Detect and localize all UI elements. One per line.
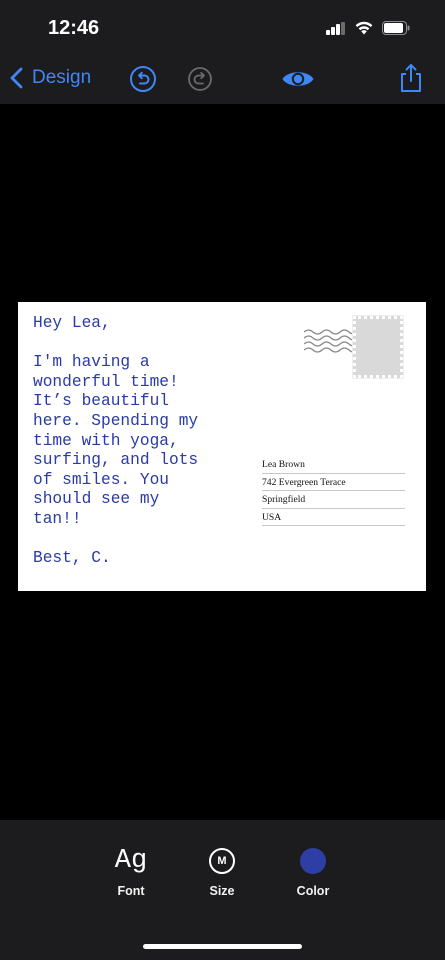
back-button-label: Design bbox=[32, 67, 92, 88]
stamp[interactable] bbox=[352, 315, 404, 379]
font-button[interactable]: Ag Font bbox=[91, 844, 171, 898]
message-line: It’s beautiful bbox=[33, 392, 169, 411]
message-line: here. Spending my bbox=[33, 411, 199, 430]
message-line: should see my bbox=[33, 490, 160, 509]
back-button[interactable]: Design bbox=[8, 64, 91, 92]
undo-button[interactable] bbox=[129, 65, 157, 93]
message-line: wonderful time! bbox=[33, 372, 179, 391]
postcard[interactable]: Hey Lea, I'm having a wonderful time! It’s … bbox=[18, 302, 426, 591]
size-label: Size bbox=[209, 884, 235, 898]
message-line: time with yoga, bbox=[33, 431, 179, 450]
preview-button[interactable] bbox=[281, 65, 315, 93]
address-block[interactable]: Lea Brown 742 Evergreen Terace Springfie… bbox=[262, 456, 405, 526]
address-name: Lea Brown bbox=[262, 456, 405, 474]
message-line: Hey Lea, bbox=[33, 314, 111, 332]
share-icon bbox=[401, 64, 421, 92]
status-time: 12:46 bbox=[48, 17, 100, 39]
color-button[interactable]: Color bbox=[273, 844, 353, 898]
address-street: 742 Evergreen Terace bbox=[262, 474, 405, 491]
font-icon: Ag bbox=[114, 846, 148, 876]
postcard-message[interactable]: Hey Lea, I'm having a wonderful time! It’s … bbox=[33, 314, 233, 569]
redo-icon bbox=[188, 67, 212, 91]
cellular-signal-icon bbox=[326, 22, 346, 35]
address-country: USA bbox=[262, 509, 405, 526]
size-icon: M bbox=[209, 848, 235, 874]
chevron-left-icon bbox=[10, 67, 23, 89]
size-button[interactable]: M Size bbox=[182, 844, 262, 898]
undo-icon bbox=[130, 66, 156, 92]
home-indicator bbox=[143, 944, 302, 949]
color-swatch bbox=[300, 848, 326, 874]
redo-button[interactable] bbox=[186, 65, 214, 93]
color-label: Color bbox=[296, 884, 330, 898]
navigation-bar: Design bbox=[0, 52, 445, 104]
battery-icon bbox=[382, 21, 410, 35]
message-line: Best, C. bbox=[33, 549, 111, 568]
message-line: of smiles. You bbox=[33, 470, 169, 489]
status-bar: 12:46 bbox=[0, 0, 445, 52]
message-line: tan!! bbox=[33, 509, 82, 528]
font-label: Font bbox=[117, 884, 145, 898]
share-button[interactable] bbox=[399, 63, 423, 93]
address-city: Springfield bbox=[262, 491, 405, 509]
message-line: I'm having a bbox=[33, 353, 150, 372]
design-canvas: Hey Lea, I'm having a wonderful time! It’s … bbox=[0, 104, 445, 820]
eye-icon bbox=[282, 72, 314, 86]
message-line: surfing, and lots bbox=[33, 451, 199, 470]
wifi-icon bbox=[355, 21, 373, 35]
bottom-toolbar: Ag Font M Size Color bbox=[0, 820, 445, 960]
